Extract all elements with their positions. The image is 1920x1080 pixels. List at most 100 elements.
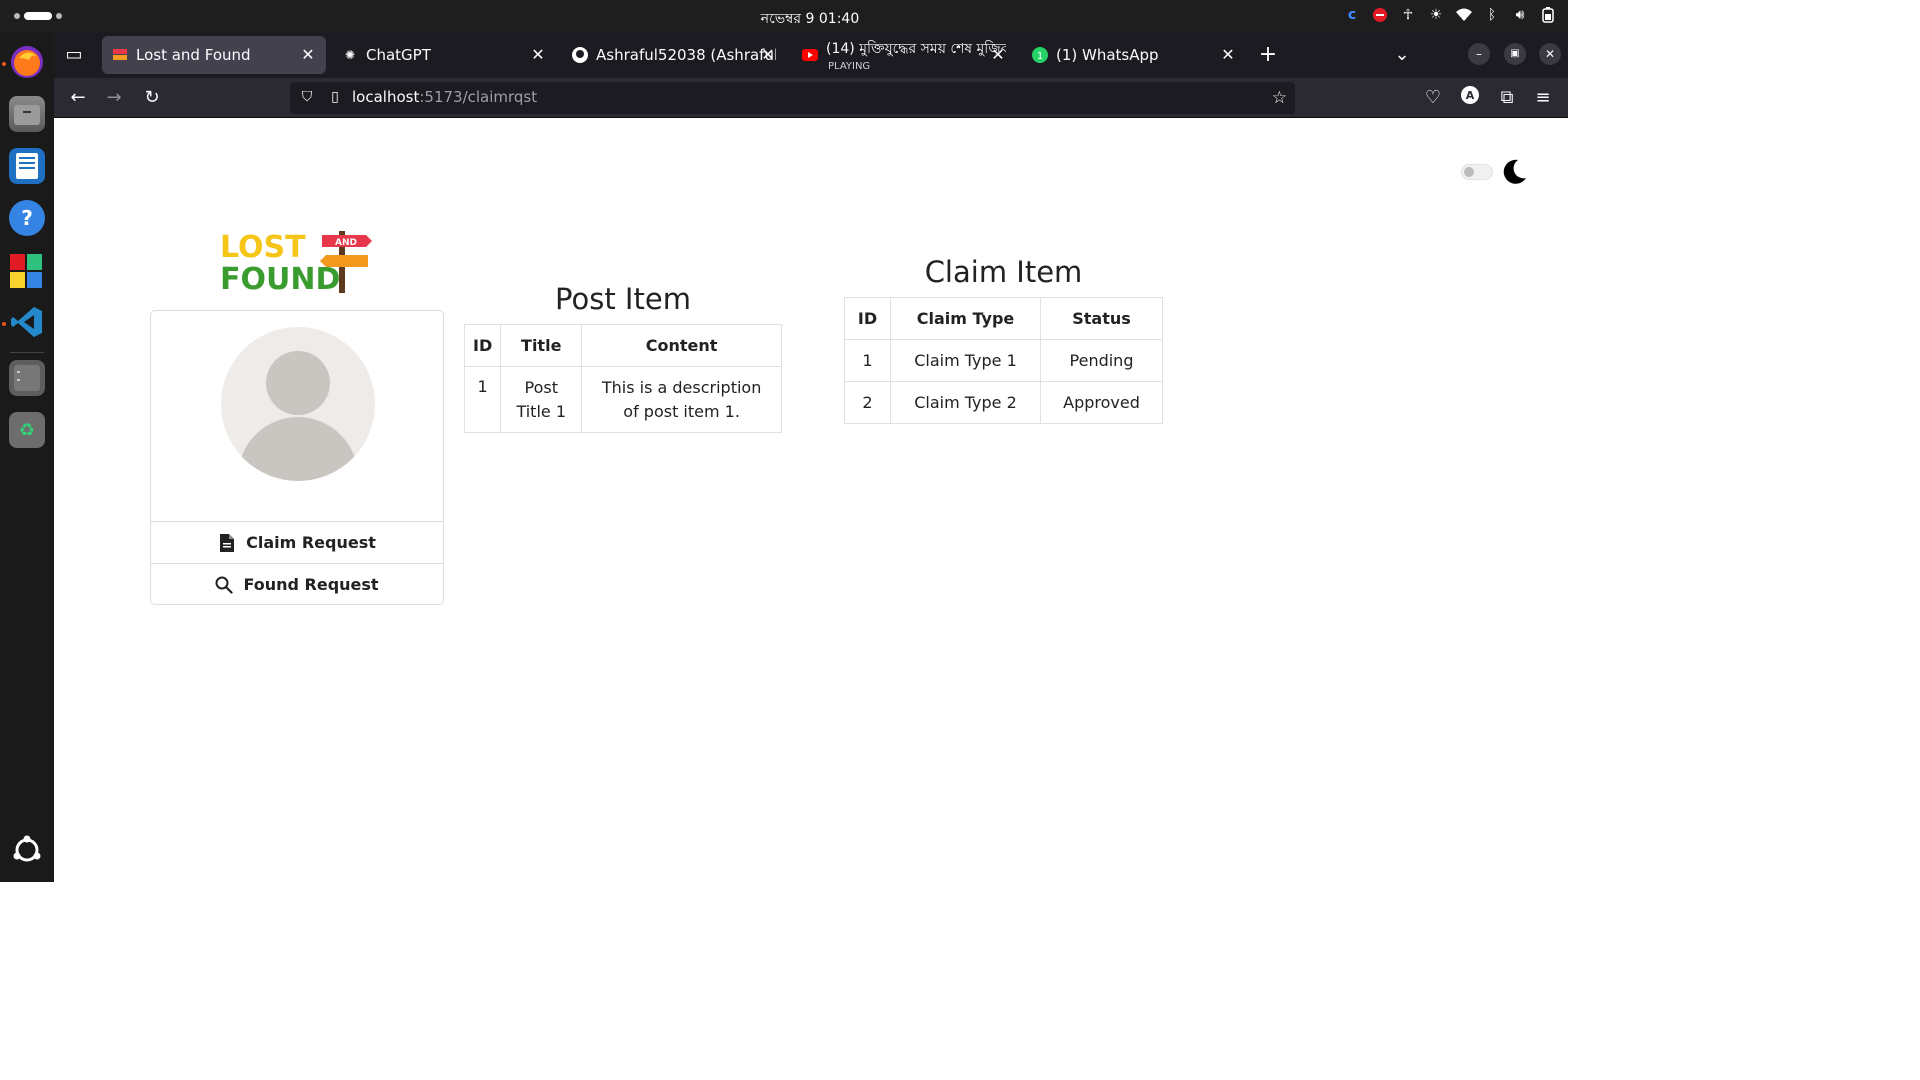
column-header: Status — [1040, 297, 1163, 340]
tab-title: Ashraful52038 (Ashraful I — [596, 46, 776, 64]
user-silhouette-icon — [238, 351, 358, 481]
lost-and-found-logo: LOST FOUND AND — [218, 227, 378, 297]
table-cell: Approved — [1040, 381, 1163, 424]
browser-nav-bar: ← → ↻ ⛉ ▯ localhost:5173/claimrqst ☆ ♡ A… — [54, 78, 1568, 118]
claim-request-button[interactable]: Claim Request — [151, 521, 443, 563]
trash-icon[interactable]: ♻ — [9, 412, 45, 448]
tab-list-icon[interactable]: ▭ — [62, 43, 86, 67]
ubuntu-dock: ? ♻ — [0, 32, 54, 882]
show-apps-icon[interactable] — [9, 832, 45, 868]
vscode-icon[interactable] — [9, 304, 45, 340]
whatsapp-favicon-icon: 1 — [1032, 47, 1048, 63]
tab-title: ChatGPT — [366, 46, 431, 64]
avatar — [221, 327, 375, 481]
close-icon[interactable]: ✕ — [988, 45, 1008, 65]
youtube-favicon-icon — [802, 47, 818, 63]
page-content: LOST FOUND AND Claim Request Found Reque… — [54, 119, 1568, 882]
table-cell: 1 — [463, 366, 502, 433]
tab-github[interactable]: Ashraful52038 (Ashraful I ✕ — [562, 36, 786, 74]
close-icon[interactable]: ✕ — [298, 45, 318, 65]
column-header: Title — [500, 324, 583, 367]
hamburger-menu-icon[interactable]: ≡ — [1531, 86, 1555, 110]
tab-playing-label: PLAYING — [828, 61, 871, 72]
account-avatar-icon[interactable]: A — [1458, 86, 1482, 110]
tab-title: Lost and Found — [136, 46, 251, 64]
table-cell: Claim Type 2 — [890, 381, 1041, 424]
column-header: Content — [581, 324, 782, 367]
tab-youtube[interactable]: (14) মুক্তিযুদ্ধের সময় শেষ মুজিব PLAYIN… — [792, 36, 1016, 74]
column-header: Claim Type — [890, 297, 1041, 340]
files-icon[interactable] — [9, 96, 45, 132]
chatgpt-favicon-icon: ✺ — [344, 48, 356, 62]
close-icon[interactable]: ✕ — [758, 45, 778, 65]
post-item-table: ID Title Content 1 Post Title 1 This is … — [463, 324, 782, 433]
extensions-icon[interactable]: ⧉ — [1495, 86, 1519, 110]
table-cell: 1 — [844, 339, 891, 382]
table-cell: Post Title 1 — [500, 366, 583, 433]
do-not-disturb-icon[interactable] — [1370, 5, 1390, 25]
column-header: ID — [844, 297, 891, 340]
sync-icon[interactable]: c — [1342, 5, 1362, 25]
table-row: 1 Claim Type 1 Pending — [844, 339, 1163, 382]
tab-whatsapp[interactable]: 1 (1) WhatsApp ✕ — [1022, 36, 1246, 74]
table-cell: Claim Type 1 — [890, 339, 1041, 382]
table-cell: 2 — [844, 381, 891, 424]
firefox-icon[interactable] — [9, 44, 45, 80]
svg-text:FOUND: FOUND — [220, 262, 340, 297]
bluetooth-icon[interactable]: ᛒ — [1482, 5, 1502, 25]
accessibility-icon[interactable]: ☥ — [1398, 5, 1418, 25]
close-icon[interactable]: ✕ — [1218, 45, 1238, 65]
url-text[interactable]: localhost:5173/claimrqst — [352, 88, 537, 106]
github-favicon-icon — [572, 47, 588, 63]
reload-icon[interactable]: ↻ — [140, 86, 164, 110]
table-cell: This is a description of post item 1. — [581, 366, 782, 433]
moon-icon[interactable] — [1500, 158, 1528, 186]
tab-title: (14) মুক্তিযুদ্ধের সময় শেষ মুজিব — [826, 41, 1006, 57]
tab-lost-and-found[interactable]: Lost and Found ✕ — [102, 36, 326, 74]
back-arrow-icon[interactable]: ← — [66, 86, 90, 110]
svg-text:AND: AND — [335, 238, 357, 248]
profile-card: Claim Request Found Request — [150, 310, 444, 605]
column-header: ID — [463, 324, 502, 367]
claim-item-table: ID Claim Type Status 1 Claim Type 1 Pend… — [844, 297, 1163, 424]
active-indicator — [2, 322, 6, 326]
claim-request-label: Claim Request — [246, 533, 376, 552]
bookmark-star-icon[interactable]: ☆ — [1272, 88, 1287, 108]
window-restore-icon[interactable]: ▣ — [1504, 43, 1526, 65]
close-icon[interactable]: ✕ — [528, 45, 548, 65]
svg-text:A: A — [1466, 89, 1475, 102]
writer-icon[interactable] — [9, 148, 45, 184]
app-grid-colorful-icon[interactable] — [9, 252, 45, 288]
help-icon[interactable]: ? — [9, 200, 45, 236]
window-minimize-icon[interactable]: – — [1468, 43, 1490, 65]
address-bar[interactable]: ⛉ ▯ localhost:5173/claimrqst ☆ — [290, 82, 1295, 114]
table-row: 2 Claim Type 2 Approved — [844, 381, 1163, 424]
lost-found-favicon-icon — [112, 47, 128, 63]
theme-toggle[interactable] — [1461, 164, 1493, 180]
battery-icon[interactable] — [1538, 5, 1558, 25]
pocket-icon[interactable]: ♡ — [1421, 86, 1445, 110]
new-tab-icon[interactable]: + — [1256, 43, 1280, 67]
tab-title: (1) WhatsApp — [1056, 46, 1159, 64]
system-tray[interactable]: c ☥ ☀ ᛒ 🔊︎ — [1342, 5, 1558, 25]
svg-text:1: 1 — [1037, 51, 1043, 62]
claim-item-heading: Claim Item — [924, 255, 1083, 289]
brightness-icon[interactable]: ☀ — [1426, 5, 1446, 25]
system-top-bar: নভেম্বর 9 01:40 c ☥ ☀ ᛒ 🔊︎ — [0, 0, 1568, 32]
post-item-heading: Post Item — [555, 282, 691, 316]
tab-chatgpt[interactable]: ✺ ChatGPT ✕ — [332, 36, 556, 74]
svg-text:LOST: LOST — [220, 230, 306, 265]
found-request-button[interactable]: Found Request — [151, 563, 443, 604]
page-info-icon[interactable]: ▯ — [326, 89, 344, 107]
document-icon — [218, 533, 236, 552]
dock-separator — [10, 352, 44, 353]
table-header-row: ID Title Content — [463, 324, 782, 367]
table-cell: Pending — [1040, 339, 1163, 382]
wifi-icon[interactable] — [1454, 5, 1474, 25]
window-close-icon[interactable]: ✕ — [1539, 43, 1561, 65]
shield-icon[interactable]: ⛉ — [298, 89, 316, 107]
tab-overflow-chevron-down-icon[interactable]: ⌄ — [1390, 43, 1414, 67]
terminal-app-icon[interactable] — [9, 360, 45, 396]
forward-arrow-icon[interactable]: → — [102, 86, 126, 110]
volume-icon[interactable]: 🔊︎ — [1510, 5, 1530, 25]
